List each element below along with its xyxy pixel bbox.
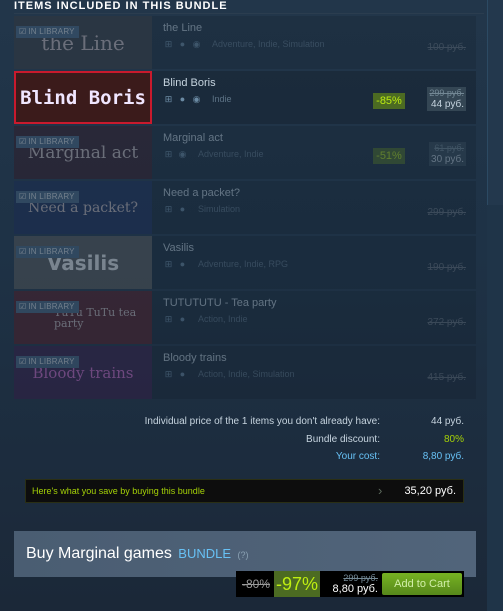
bundle-items-heading: ITEMS INCLUDED IN THIS BUNDLE	[14, 0, 484, 14]
item-capsule[interactable]: Blind Boris	[14, 71, 152, 124]
item-discount: -85%	[373, 93, 405, 109]
individual-price-label: Individual price of the 1 items you don'…	[144, 416, 380, 427]
purchase-final-price: 8,80 руб.	[332, 583, 378, 595]
bundle-discount-row: Bundle discount: 80%	[14, 434, 474, 448]
bundle-discount-badge: -80%	[241, 577, 270, 591]
side-panel-block	[487, 0, 503, 205]
your-cost-row: Your cost: 8,80 руб.	[14, 451, 474, 465]
bundle-word: BUNDLE	[178, 546, 232, 561]
your-cost-value: 8,80 руб.	[422, 451, 464, 462]
your-cost-label: Your cost:	[335, 451, 380, 462]
item-name[interactable]: Blind Boris	[163, 77, 216, 89]
item-final-price: 44 руб.	[431, 99, 464, 110]
individual-price-row: Individual price of the 1 items you don'…	[14, 416, 474, 430]
item-original-price: 299 руб.	[429, 88, 464, 98]
bundle-item-bloody-trains[interactable]: Bloody trains ☑ IN LIBRARY Bloody trains …	[14, 346, 476, 399]
savings-bar: Here's what you save by buying this bund…	[25, 479, 464, 503]
bundle-item-need-a-packet[interactable]: Need a packet? ☑ IN LIBRARY Need a packet…	[14, 181, 476, 234]
bundle-item-marginal-act[interactable]: Marginal act ☑ IN LIBRARY Marginal act ⊞ …	[14, 126, 476, 179]
savings-label: Here's what you save by buying this bund…	[32, 486, 205, 496]
steamplay-icon: ◉	[192, 93, 201, 104]
bundle-item-tutututu-tea-party[interactable]: TuTu TuTu tea party ☑ IN LIBRARY TUTUTUTU…	[14, 291, 476, 344]
bundle-item-blind-boris[interactable]: Blind Boris Blind Boris ⊞ ● ◉ Indie -85%…	[14, 71, 476, 124]
buy-title-text: Buy Marginal games	[26, 545, 172, 562]
owned-overlay	[14, 346, 476, 399]
item-tags: Indie	[212, 94, 232, 104]
platform-icons: ⊞ ● ◉	[163, 93, 202, 105]
bundle-item-the-line[interactable]: the Line ☑ IN LIBRARY the Line ⊞ ● ◉ Adve…	[14, 16, 476, 69]
item-price-box: 299 руб. 44 руб.	[427, 87, 466, 111]
windows-icon: ⊞	[164, 93, 173, 104]
apple-icon: ●	[179, 94, 186, 104]
purchase-area: -80% -97% 299 руб. 8,80 руб. Add to Cart	[236, 571, 464, 597]
right-side-panel	[487, 0, 503, 611]
owned-overlay	[14, 126, 476, 179]
purchase-prices: 299 руб. 8,80 руб.	[322, 573, 378, 595]
individual-price-value: 44 руб.	[431, 416, 464, 427]
bundle-discount-value: 80%	[443, 434, 464, 445]
chevron-right-icon: ›	[378, 483, 383, 498]
total-discount-badge: -97%	[274, 571, 320, 597]
add-to-cart-button[interactable]: Add to Cart	[382, 573, 462, 595]
buy-bundle-title: Buy Marginal games BUNDLE (?)	[26, 545, 249, 563]
savings-amount: 35,20 руб.	[404, 485, 456, 497]
capsule-title: Blind Boris	[20, 86, 146, 109]
owned-overlay	[14, 181, 476, 234]
owned-overlay	[14, 236, 476, 289]
bundle-discount-label: Bundle discount:	[306, 434, 380, 445]
bundle-item-vasilis[interactable]: Vasilis ☑ IN LIBRARY Vasilis ⊞ ● Adventur…	[14, 236, 476, 289]
bundle-help-link[interactable]: (?)	[238, 550, 249, 560]
owned-overlay	[14, 16, 476, 69]
owned-overlay	[14, 291, 476, 344]
